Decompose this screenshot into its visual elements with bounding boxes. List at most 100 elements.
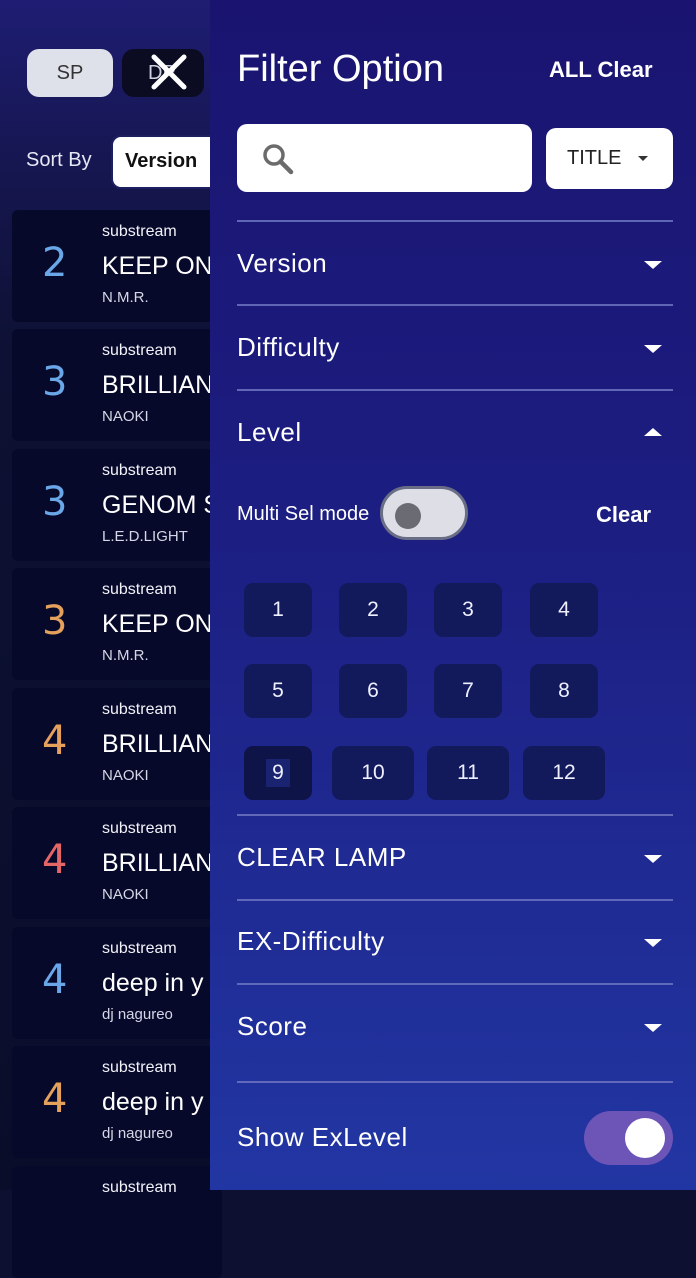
song-row[interactable]: 4 substream BRILLIAN NAOKI	[12, 688, 222, 800]
song-version: substream	[102, 820, 177, 837]
level-button-label: 5	[272, 679, 284, 702]
song-row[interactable]: 4 substream deep in y dj nagureo	[12, 1046, 222, 1158]
song-row[interactable]: 3 substream GENOM S L.E.D.LIGHT	[12, 449, 222, 561]
song-title: KEEP ON	[102, 252, 213, 280]
multi-sel-label: Multi Sel mode	[237, 503, 370, 525]
level-button-8[interactable]: 8	[530, 664, 598, 718]
song-version: substream	[102, 940, 177, 957]
section-label: EX-Difficulty	[237, 926, 385, 956]
level-button-6[interactable]: 6	[339, 664, 407, 718]
song-artist: NAOKI	[102, 408, 149, 425]
level-button-11[interactable]: 11	[427, 746, 509, 800]
song-artist: N.M.R.	[102, 289, 149, 306]
level-button-7[interactable]: 7	[434, 664, 502, 718]
show-exlevel-toggle[interactable]	[584, 1111, 673, 1165]
level-button-3[interactable]: 3	[434, 583, 502, 637]
song-version: substream	[102, 701, 177, 718]
song-artist: NAOKI	[102, 767, 149, 784]
divider	[237, 899, 673, 901]
song-version: substream	[102, 342, 177, 359]
toggle-knob	[395, 503, 421, 529]
song-version: substream	[102, 581, 177, 598]
level-clear-button[interactable]: Clear	[596, 502, 651, 528]
song-level: 4	[42, 957, 68, 1003]
song-level: 2	[42, 240, 68, 286]
song-row[interactable]: 4 substream BRILLIAN NAOKI	[12, 807, 222, 919]
level-button-label: 2	[367, 598, 379, 621]
drawer-title: Filter Option	[237, 48, 444, 90]
song-artist: dj nagureo	[102, 1006, 173, 1023]
song-version: substream	[102, 462, 177, 479]
level-button-1[interactable]: 1	[244, 583, 312, 637]
divider	[237, 389, 673, 391]
song-artist: NAOKI	[102, 886, 149, 903]
level-button-label: 1	[272, 598, 284, 621]
expand-arrow-icon	[644, 939, 662, 947]
song-row[interactable]: 3 substream BRILLIAN NAOKI	[12, 329, 222, 441]
section-label: Version	[237, 248, 328, 278]
song-title: deep in y	[102, 1088, 204, 1116]
level-button-12[interactable]: 12	[523, 746, 605, 800]
song-level: 4	[42, 1076, 68, 1122]
close-icon[interactable]	[149, 52, 189, 92]
level-button-label: 11	[457, 761, 479, 784]
song-version: substream	[102, 1179, 177, 1196]
level-button-2[interactable]: 2	[339, 583, 407, 637]
level-button-10[interactable]: 10	[332, 746, 414, 800]
divider	[237, 1081, 673, 1083]
level-button-4[interactable]: 4	[530, 583, 598, 637]
level-button-label: 7	[462, 679, 474, 702]
level-button-5[interactable]: 5	[244, 664, 312, 718]
search-field-value: TITLE	[567, 147, 622, 169]
section-score[interactable]: Score	[237, 997, 673, 1057]
song-version: substream	[102, 223, 177, 240]
section-version[interactable]: Version	[237, 234, 673, 294]
divider	[237, 814, 673, 816]
song-title: BRILLIAN	[102, 730, 214, 758]
song-level: 3	[42, 359, 68, 405]
search-icon	[263, 144, 294, 175]
level-button-label: 8	[558, 679, 570, 702]
multi-sel-toggle[interactable]	[380, 486, 468, 540]
section-label: CLEAR LAMP	[237, 842, 407, 872]
level-button-label: 3	[462, 598, 474, 621]
all-clear-button[interactable]: ALL Clear	[549, 57, 653, 83]
sp-mode-button[interactable]: SP	[27, 49, 113, 97]
level-button-label: 10	[361, 761, 385, 784]
search-input[interactable]	[237, 124, 532, 192]
song-version: substream	[102, 1059, 177, 1076]
song-row[interactable]: 3 substream KEEP ON N.M.R.	[12, 568, 222, 680]
show-exlevel-label: Show ExLevel	[237, 1122, 408, 1152]
section-difficulty[interactable]: Difficulty	[237, 318, 673, 378]
level-button-label: 12	[552, 761, 576, 784]
filter-drawer: Filter Option ALL Clear TITLE Version Di…	[210, 0, 696, 1190]
search-field-select[interactable]: TITLE	[546, 128, 673, 189]
song-level: 4	[42, 837, 68, 883]
song-row[interactable]: 2 substream KEEP ON N.M.R.	[12, 210, 222, 322]
song-row[interactable]: 4 substream deep in y dj nagureo	[12, 927, 222, 1039]
song-level: 3	[42, 598, 68, 644]
sort-by-label: Sort By	[26, 149, 92, 171]
expand-arrow-icon	[644, 345, 662, 353]
song-title: BRILLIAN	[102, 371, 214, 399]
section-clear-lamp[interactable]: CLEAR LAMP	[237, 828, 673, 888]
song-row[interactable]: substream	[12, 1166, 222, 1278]
song-level: 4	[42, 718, 68, 764]
section-label: Level	[237, 417, 302, 447]
level-button-9[interactable]: 9	[244, 746, 312, 800]
song-title: GENOM S	[102, 491, 221, 519]
collapse-arrow-icon	[644, 428, 662, 436]
divider	[237, 304, 673, 306]
level-button-label: 9	[266, 759, 290, 787]
song-artist: dj nagureo	[102, 1125, 173, 1142]
level-button-label: 6	[367, 679, 379, 702]
section-level[interactable]: Level	[237, 403, 673, 463]
song-title: deep in y	[102, 969, 204, 997]
expand-arrow-icon	[644, 855, 662, 863]
section-label: Difficulty	[237, 332, 340, 362]
level-button-label: 4	[558, 598, 570, 621]
song-level: 3	[42, 479, 68, 525]
section-ex-difficulty[interactable]: EX-Difficulty	[237, 912, 673, 972]
song-title: KEEP ON	[102, 610, 213, 638]
toggle-knob	[625, 1118, 665, 1158]
